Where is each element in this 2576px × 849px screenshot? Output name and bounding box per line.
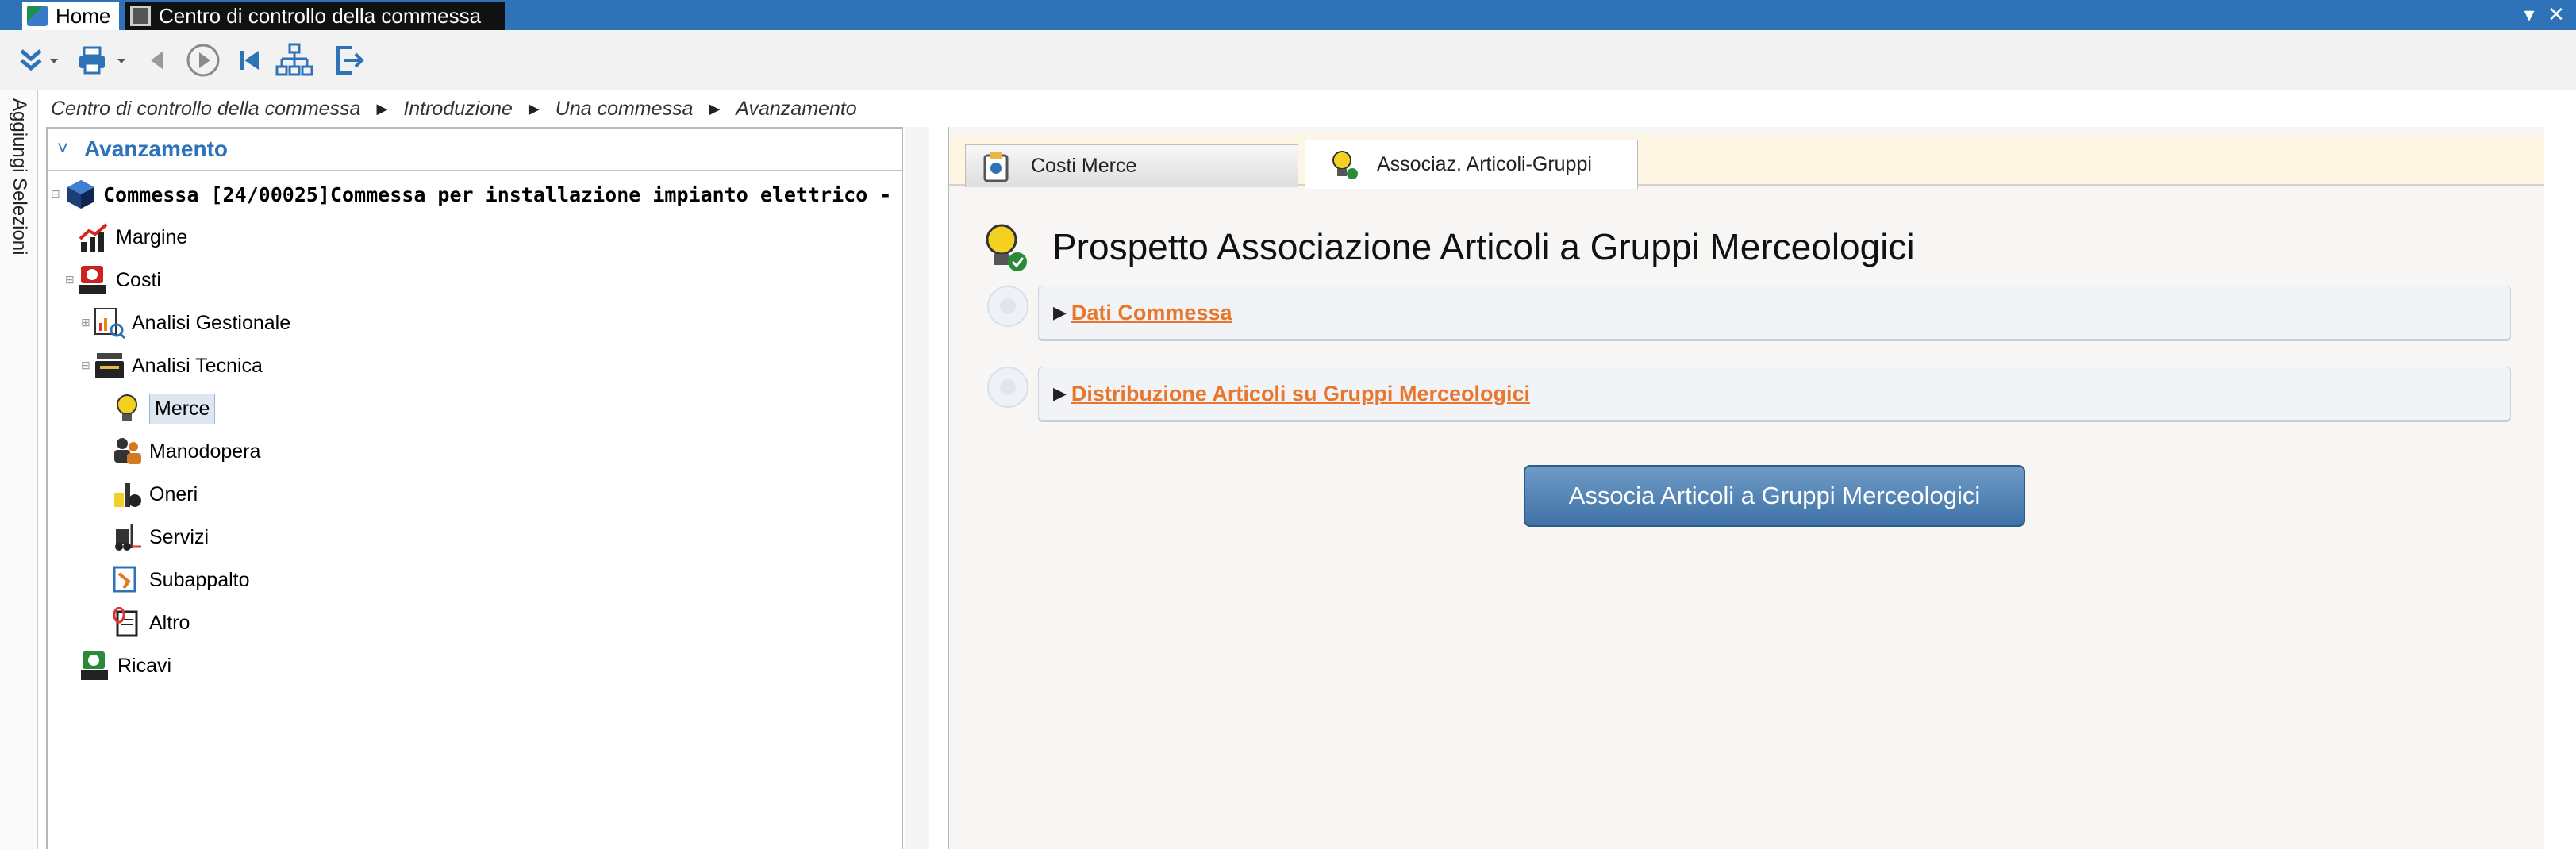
tree-node-label: Manodopera xyxy=(149,440,261,463)
section-distribuzione-articoli[interactable]: ▶ Distribuzione Articoli su Gruppi Merce… xyxy=(1038,367,2511,422)
lightbulb-check-icon xyxy=(982,222,1028,275)
contract-icon xyxy=(111,564,143,596)
expand-node-icon[interactable]: ⊞ xyxy=(81,316,90,329)
exit-icon xyxy=(336,46,364,75)
tree-node-margine[interactable]: Margine xyxy=(78,217,187,257)
tab-label: Associaz. Articoli-Gruppi xyxy=(1377,153,1592,175)
collapse-icon[interactable]: ⊟ xyxy=(51,187,60,201)
tree-node-label: Commessa [24/00025]Commessa per installa… xyxy=(103,182,903,206)
tree-node-oneri[interactable]: Oneri xyxy=(111,474,198,514)
window-tab-home-label: Home xyxy=(56,3,111,28)
tree-node-label: Servizi xyxy=(149,525,210,548)
section-link[interactable]: Dati Commessa xyxy=(1071,301,1232,325)
collapse-icon[interactable]: ⊟ xyxy=(65,273,75,286)
tree-node-commessa[interactable]: ⊟ Commessa [24/00025]Commessa per instal… xyxy=(51,175,903,214)
add-selections-toggle[interactable]: Aggiungi Selezioni xyxy=(8,98,30,255)
title-bar: Home Centro di controllo della commessa … xyxy=(0,0,2576,30)
tab-associaz-articoli-gruppi[interactable]: Associaz. Articoli-Gruppi xyxy=(1305,140,1638,189)
left-panel: ˅ Avanzamento ⊟ Commessa [24/00025]Comme… xyxy=(46,127,903,849)
window-tab-home[interactable]: Home xyxy=(22,2,119,30)
breadcrumb-item-avanzamento[interactable]: Avanzamento xyxy=(736,98,856,121)
collapse-icon[interactable]: ⊟ xyxy=(81,359,90,372)
page-title: Prospetto Associazione Articoli a Gruppi… xyxy=(1052,226,1915,267)
tree-node-label: Subappalto xyxy=(149,568,250,591)
tree-node-analisi-gestionale[interactable]: ⊞ Analisi Gestionale xyxy=(81,303,290,343)
first-button[interactable] xyxy=(232,40,267,81)
back-button[interactable] xyxy=(140,40,175,81)
breadcrumb: Centro di controllo della commessa ▶ Int… xyxy=(51,94,857,124)
tab-costi-merce[interactable]: Costi Merce xyxy=(965,144,1298,187)
window-tab-control-center[interactable]: Centro di controllo della commessa xyxy=(125,2,505,30)
tree-node-costi[interactable]: ⊟ Costi xyxy=(65,260,161,300)
window-tab-control-center-label: Centro di controllo della commessa xyxy=(159,3,482,28)
coins-icon xyxy=(111,478,143,510)
close-icon[interactable]: ✕ xyxy=(2544,2,2568,27)
tree-node-altro[interactable]: Altro xyxy=(111,603,190,643)
tree-node-label: Analisi Tecnica xyxy=(132,354,263,377)
tree-node-manodopera[interactable]: Manodopera xyxy=(111,432,260,471)
panel-title: Avanzamento xyxy=(84,136,229,161)
tab-label: Costi Merce xyxy=(1031,155,1137,177)
clipboard-icon xyxy=(982,151,1013,182)
toolbox-icon xyxy=(94,350,125,382)
tree-node-label: Analisi Gestionale xyxy=(132,311,291,334)
tree-node-analisi-tecnica[interactable]: ⊟ Analisi Tecnica xyxy=(81,346,263,386)
breadcrumb-item-centro[interactable]: Centro di controllo della commessa xyxy=(51,98,360,121)
back-icon xyxy=(151,51,163,70)
breadcrumb-separator-icon: ▶ xyxy=(376,100,388,117)
section-toggle-icon[interactable] xyxy=(987,367,1028,408)
minimize-icon[interactable]: ▾ xyxy=(2517,2,2541,27)
breadcrumb-separator-icon: ▶ xyxy=(528,100,540,117)
tree-node-servizi[interactable]: Servizi xyxy=(111,517,209,557)
tree-node-label: Oneri xyxy=(149,482,198,505)
tab-strip: Costi Merce Associaz. Articoli-Gruppi xyxy=(949,135,2544,189)
control-center-icon xyxy=(130,6,151,26)
breadcrumb-item-introduzione[interactable]: Introduzione xyxy=(403,98,513,121)
cube-icon xyxy=(65,179,97,210)
tree-node-label: Altro xyxy=(149,611,190,634)
first-icon xyxy=(240,51,259,70)
cash-register-green-icon xyxy=(79,650,111,682)
associa-articoli-button[interactable]: Associa Articoli a Gruppi Merceologici xyxy=(1524,465,2025,527)
workers-icon xyxy=(111,436,143,467)
forklift-icon xyxy=(111,521,143,553)
tree-node-ricavi[interactable]: Ricavi xyxy=(79,646,171,686)
play-button[interactable] xyxy=(181,40,225,81)
panel-header[interactable]: ˅ Avanzamento xyxy=(48,129,902,171)
tree-node-label: Ricavi xyxy=(117,654,172,677)
lightbulb-check-icon xyxy=(1328,149,1359,181)
section-toggle-icon[interactable] xyxy=(987,286,1028,327)
analysis-magnifier-icon xyxy=(94,307,126,340)
print-icon xyxy=(79,46,125,75)
breadcrumb-separator-icon: ▶ xyxy=(709,100,721,117)
chart-up-icon xyxy=(78,221,110,253)
tree-node-merce[interactable]: Merce xyxy=(111,389,216,428)
lightbulb-icon xyxy=(111,393,143,424)
tree-node-label-selected: Merce xyxy=(149,393,216,424)
exit-button[interactable] xyxy=(329,40,370,81)
expand-icon xyxy=(20,49,58,71)
hierarchy-button[interactable] xyxy=(273,40,316,81)
expand-button[interactable] xyxy=(11,40,67,81)
expand-arrow-icon: ▶ xyxy=(1053,302,1067,322)
section-dati-commessa[interactable]: ▶ Dati Commessa xyxy=(1038,286,2511,341)
toolbar xyxy=(0,30,2576,90)
tree-node-label: Margine xyxy=(116,225,188,248)
chevron-down-icon[interactable]: ˅ xyxy=(57,138,84,160)
panel-splitter[interactable] xyxy=(905,127,929,849)
document-clip-icon xyxy=(111,606,143,639)
print-button[interactable] xyxy=(75,40,133,81)
breadcrumb-item-commessa[interactable]: Una commessa xyxy=(556,98,694,121)
home-app-icon xyxy=(27,6,48,26)
tree-node-label: Costi xyxy=(116,268,161,291)
hierarchy-icon xyxy=(275,43,313,76)
section-link[interactable]: Distribuzione Articoli su Gruppi Merceol… xyxy=(1071,382,1530,406)
cash-register-icon xyxy=(78,264,110,296)
expand-arrow-icon: ▶ xyxy=(1053,383,1067,403)
tree-node-subappalto[interactable]: Subappalto xyxy=(111,560,250,600)
right-panel: Costi Merce Associaz. Articoli-Gruppi Pr… xyxy=(948,127,2544,849)
play-icon xyxy=(186,44,220,77)
